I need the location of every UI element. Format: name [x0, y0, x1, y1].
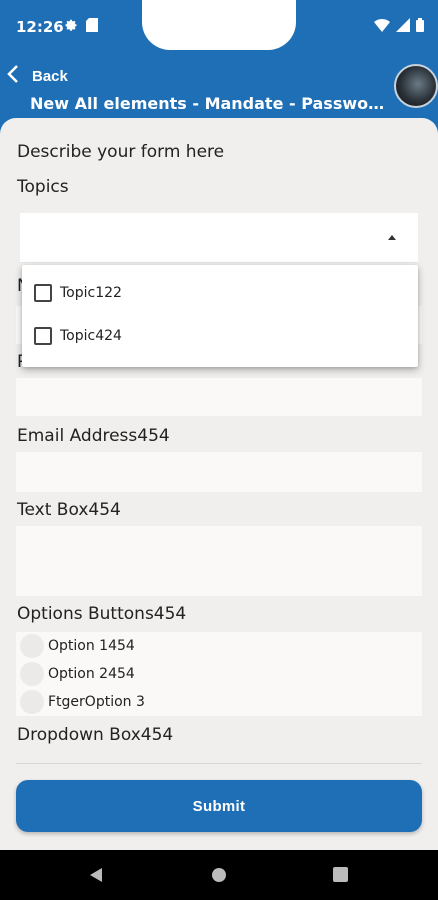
checkbox-icon[interactable] [34, 284, 52, 302]
system-nav-bar [0, 850, 438, 900]
topic-option-2[interactable]: Topic424 [34, 327, 122, 345]
caret-up-icon [388, 235, 396, 240]
chevron-left-icon [6, 64, 20, 88]
topics-dropdown-menu: Topic122 Topic424 [22, 265, 418, 367]
sd-card-icon [86, 18, 98, 37]
page-title: New All elements - Mandate - Password Sr… [30, 94, 390, 113]
radio-option-label: Option 2454 [48, 666, 135, 682]
dropdown-box-label: Dropdown Box454 [17, 725, 174, 745]
radio-option-2[interactable]: Option 2454 [20, 662, 135, 686]
radio-option-1[interactable]: Option 1454 [20, 634, 135, 658]
gear-icon [64, 18, 78, 37]
radio-icon[interactable] [20, 634, 44, 658]
camera-notch [142, 0, 296, 50]
radio-icon[interactable] [20, 662, 44, 686]
status-icons-left [64, 18, 98, 37]
email-label: Email Address454 [17, 426, 170, 446]
radio-option-label: Option 1454 [48, 638, 135, 654]
topic-option-1[interactable]: Topic122 [34, 284, 122, 302]
divider [16, 763, 422, 764]
signal-icon [396, 18, 410, 37]
back-button[interactable]: Back [6, 64, 68, 88]
submit-button[interactable]: Submit [16, 780, 422, 832]
checkbox-icon[interactable] [34, 327, 52, 345]
status-time: 12:26 [16, 18, 64, 36]
back-label: Back [32, 67, 68, 85]
options-buttons-label: Options Buttons454 [17, 604, 187, 624]
text-box-label: Text Box454 [17, 500, 121, 520]
phone-number-input[interactable] [16, 378, 422, 416]
email-field[interactable] [16, 452, 422, 492]
topic-option-label: Topic122 [60, 285, 122, 301]
battery-icon [416, 18, 424, 37]
topic-option-label: Topic424 [60, 328, 122, 344]
nav-recents-icon[interactable] [333, 867, 348, 887]
nav-back-icon[interactable] [88, 867, 104, 888]
app-header: Back New All elements - Mandate - Passwo… [0, 54, 438, 118]
topics-select[interactable] [20, 213, 418, 263]
wifi-icon [374, 18, 390, 37]
form-description: Describe your form here [17, 142, 225, 162]
radio-option-3[interactable]: FtgerOption 3 [20, 690, 145, 714]
topics-label: Topics [17, 177, 69, 197]
nav-home-icon[interactable] [211, 867, 227, 888]
status-icons-right [374, 18, 424, 37]
avatar[interactable] [394, 64, 438, 108]
radio-icon[interactable] [20, 690, 44, 714]
text-box-field[interactable] [16, 526, 422, 596]
radio-option-label: FtgerOption 3 [48, 694, 145, 710]
